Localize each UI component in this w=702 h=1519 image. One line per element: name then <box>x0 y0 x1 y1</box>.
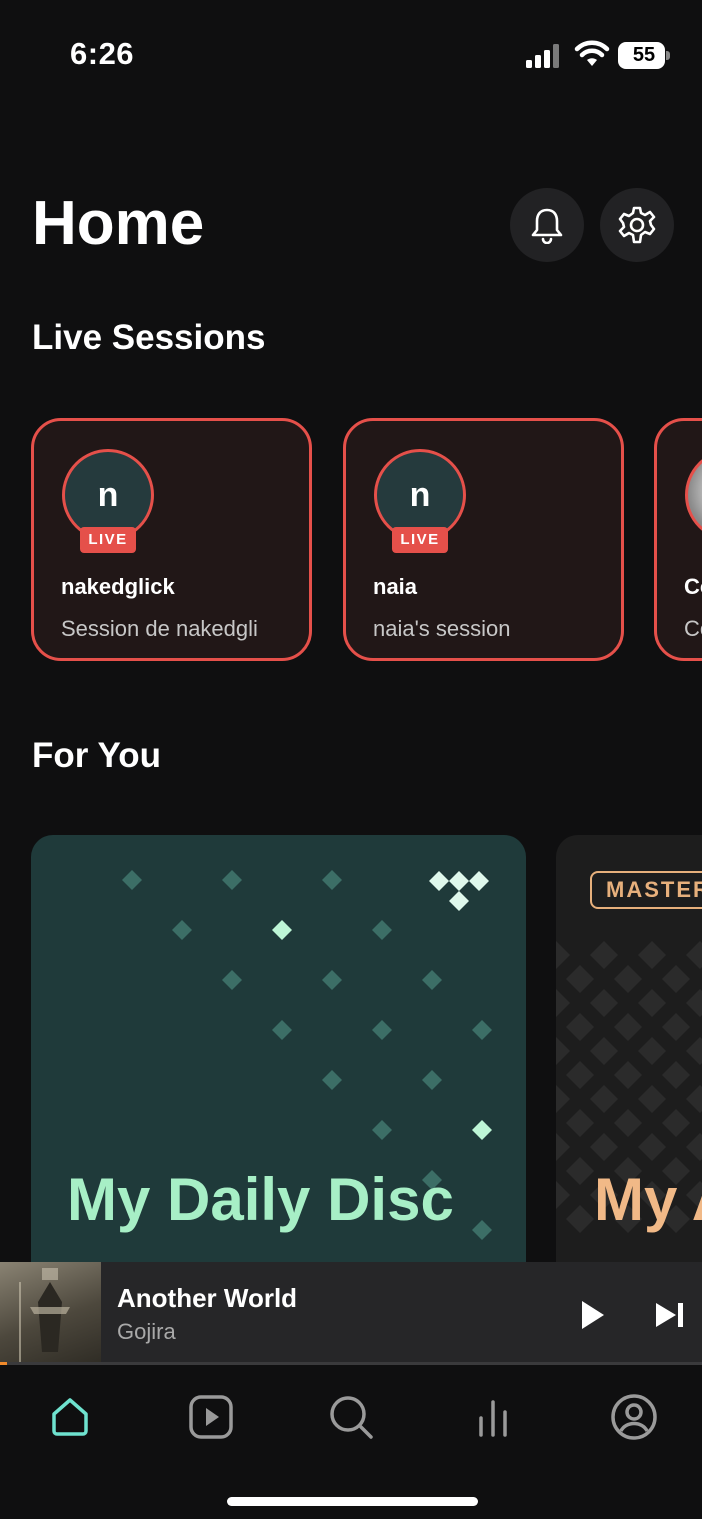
live-sessions-heading: Live Sessions <box>32 318 266 357</box>
bell-icon <box>531 208 563 244</box>
tab-bar <box>0 1365 702 1519</box>
profile-icon <box>611 1394 657 1440</box>
wifi-icon <box>574 40 610 66</box>
live-session-card[interactable]: n LIVE nakedglick Session de nakedgli <box>31 418 312 661</box>
live-badge: LIVE <box>392 527 448 553</box>
session-title: Co <box>684 616 702 641</box>
notifications-button[interactable] <box>510 188 584 262</box>
daily-discovery-card[interactable]: My Daily Disc <box>31 835 526 1263</box>
page-title: Home <box>32 189 205 258</box>
tab-explore[interactable] <box>463 1387 523 1447</box>
home-indicator[interactable] <box>227 1497 478 1506</box>
home-icon <box>52 1398 88 1436</box>
tidal-logo-icon <box>429 871 489 911</box>
tab-profile[interactable] <box>604 1387 664 1447</box>
album-cover <box>0 1262 101 1364</box>
mix-title: My Ar <box>594 1166 702 1233</box>
live-session-card[interactable]: n LIVE naia naia's session <box>343 418 624 661</box>
live-sessions-carousel[interactable]: n LIVE nakedglick Session de nakedgli n … <box>0 418 702 662</box>
play-icon[interactable] <box>572 1295 612 1335</box>
cellular-signal-icon <box>526 44 559 68</box>
mix-title: My Daily Disc <box>67 1166 454 1233</box>
battery-icon: 55 <box>618 42 670 69</box>
status-time: 6:26 <box>70 36 135 71</box>
for-you-heading: For You <box>32 736 161 775</box>
session-host-name: naia <box>373 574 418 599</box>
settings-button[interactable] <box>600 188 674 262</box>
live-badge: LIVE <box>80 527 136 553</box>
search-icon <box>330 1396 373 1439</box>
track-title: Another World <box>117 1283 298 1313</box>
session-title: Session de nakedgli <box>61 616 258 641</box>
session-host-name: Co <box>684 574 702 599</box>
now-playing-bar[interactable]: Another World Gojira <box>0 1262 702 1364</box>
avatar <box>685 449 702 541</box>
status-bar: 6:26 55 <box>0 0 702 110</box>
track-artist: Gojira <box>117 1319 176 1344</box>
session-host-name: nakedglick <box>61 574 175 599</box>
battery-level: 55 <box>632 44 656 66</box>
play-square-icon <box>189 1395 233 1439</box>
tab-search[interactable] <box>321 1387 381 1447</box>
bars-icon <box>479 1400 507 1437</box>
skip-next-icon[interactable] <box>650 1295 690 1335</box>
session-title: naia's session <box>373 616 511 641</box>
tab-home[interactable] <box>40 1387 100 1447</box>
gear-icon <box>618 206 656 244</box>
my-artists-card[interactable]: MASTER My Ar <box>556 835 702 1263</box>
tab-videos[interactable] <box>181 1387 241 1447</box>
master-badge: MASTER <box>590 871 702 909</box>
live-session-card[interactable]: Co Co <box>654 418 702 661</box>
for-you-carousel[interactable]: My Daily Disc MASTER My Ar <box>0 835 702 1263</box>
